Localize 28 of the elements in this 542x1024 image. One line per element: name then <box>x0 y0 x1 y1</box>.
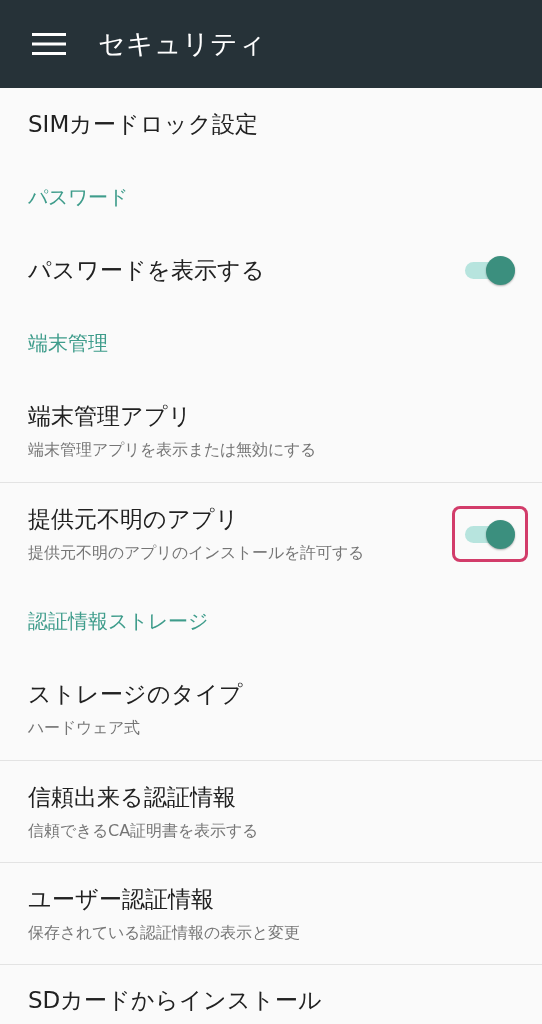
settings-item[interactable]: SDカードからインストール <box>0 964 542 1024</box>
section-header: パスワード <box>28 183 128 211</box>
settings-item[interactable]: ユーザー認証情報 保存されている認証情報の表示と変更 <box>0 862 542 964</box>
item-title: 提供元不明のアプリ <box>28 504 240 534</box>
settings-item[interactable]: SIMカードロック設定 <box>0 88 542 160</box>
screen-title: セキュリティ <box>98 27 266 61</box>
item-title: SIMカードロック設定 <box>28 109 260 139</box>
item-summary: 提供元不明のアプリのインストールを許可する <box>28 542 365 564</box>
item-title: ストレージのタイプ <box>28 680 244 709</box>
toggle-switch[interactable] <box>465 518 515 549</box>
item-title: SDカードからインストール <box>28 986 324 1015</box>
item-title: 端末管理アプリ <box>28 402 193 431</box>
settings-item[interactable]: 端末管理アプリ 端末管理アプリを表示または無効にする <box>0 380 542 482</box>
item-title: ユーザー認証情報 <box>28 884 215 914</box>
settings-item[interactable]: ストレージのタイプ ハードウェア式 <box>0 658 542 760</box>
menu-icon[interactable] <box>32 33 66 55</box>
toggle-switch[interactable] <box>465 255 515 285</box>
section-header: 認証情報ストレージ <box>28 607 208 635</box>
section-header: 端末管理 <box>28 329 108 357</box>
settings-item[interactable]: パスワードを表示する <box>0 234 542 306</box>
item-summary: ハードウェア式 <box>28 718 141 739</box>
item-title: パスワードを表示する <box>28 255 266 285</box>
settings-item[interactable]: 提供元不明のアプリ 提供元不明のアプリのインストールを許可する <box>0 482 542 584</box>
settings-item[interactable]: 信頼出来る認証情報 信頼できるCA証明書を表示する <box>0 760 542 862</box>
item-summary: 保存されている認証情報の表示と変更 <box>28 922 301 944</box>
item-title: 信頼出来る認証情報 <box>28 782 237 812</box>
item-summary: 端末管理アプリを表示または無効にする <box>28 440 317 461</box>
item-summary: 信頼できるCA証明書を表示する <box>28 820 260 842</box>
